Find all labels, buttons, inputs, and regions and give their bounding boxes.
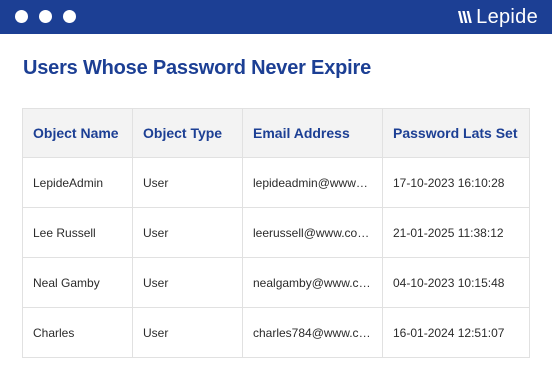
- brand-logo: Lepide: [458, 5, 538, 29]
- cell-object-name: Lee Russell: [22, 207, 133, 258]
- table-row[interactable]: Neal Gamby User nealgamby@www.co… 04-10-…: [22, 257, 530, 308]
- column-header-object-type[interactable]: Object Type: [132, 108, 243, 158]
- table-row[interactable]: Charles User charles784@www.co… 16-01-20…: [22, 307, 530, 358]
- cell-object-name: LepideAdmin: [22, 157, 133, 208]
- cell-email-address: nealgamby@www.co…: [242, 257, 383, 308]
- cell-object-type: User: [132, 307, 243, 358]
- cell-email-address: charles784@www.co…: [242, 307, 383, 358]
- column-header-email-address[interactable]: Email Address: [242, 108, 383, 158]
- cell-object-type: User: [132, 257, 243, 308]
- window-minimize-dot[interactable]: [39, 10, 52, 23]
- cell-password-last-set: 17-10-2023 16:10:28: [382, 157, 530, 208]
- cell-password-last-set: 21-01-2025 11:38:12: [382, 207, 530, 258]
- column-header-object-name[interactable]: Object Name: [22, 108, 133, 158]
- users-table: Object Name Object Type Email Address Pa…: [22, 108, 530, 358]
- table-header-row: Object Name Object Type Email Address Pa…: [22, 108, 530, 158]
- window-maximize-dot[interactable]: [63, 10, 76, 23]
- column-header-password-last-set[interactable]: Password Lats Set: [382, 108, 530, 158]
- cell-object-name: Charles: [22, 307, 133, 358]
- window-titlebar: Lepide: [0, 0, 552, 34]
- cell-object-type: User: [132, 157, 243, 208]
- table-row[interactable]: Lee Russell User leerussell@www.cod… 21-…: [22, 207, 530, 258]
- brand-name: Lepide: [476, 5, 538, 28]
- window-close-dot[interactable]: [15, 10, 28, 23]
- cell-password-last-set: 04-10-2023 10:15:48: [382, 257, 530, 308]
- cell-email-address: lepideadmin@www…: [242, 157, 383, 208]
- cell-object-name: Neal Gamby: [22, 257, 133, 308]
- cell-object-type: User: [132, 207, 243, 258]
- page-title: Users Whose Password Never Expire: [23, 57, 371, 79]
- cell-email-address: leerussell@www.cod…: [242, 207, 383, 258]
- lepide-logo-icon: [458, 11, 472, 23]
- cell-password-last-set: 16-01-2024 12:51:07: [382, 307, 530, 358]
- table-row[interactable]: LepideAdmin User lepideadmin@www… 17-10-…: [22, 157, 530, 208]
